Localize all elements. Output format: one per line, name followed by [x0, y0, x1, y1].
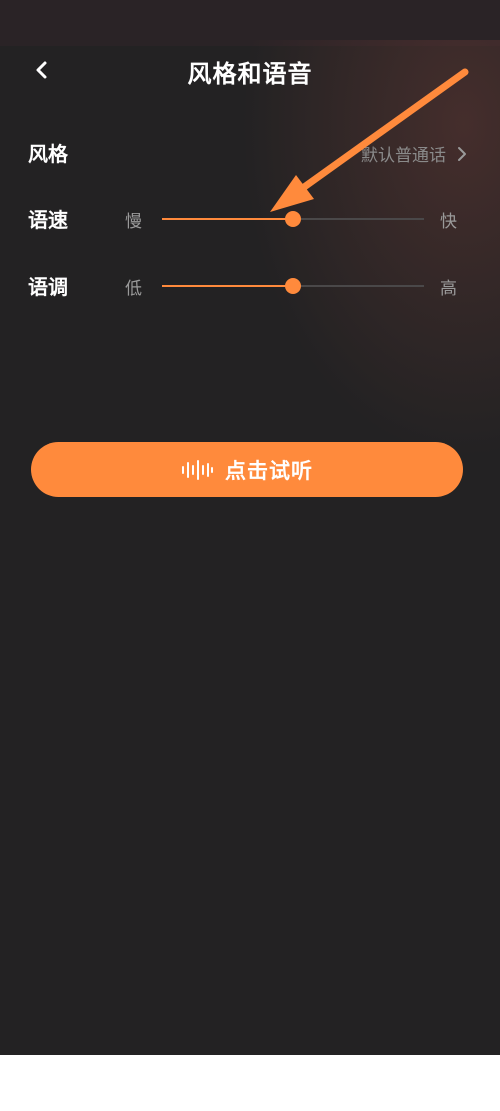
pitch-slider-fill	[162, 285, 293, 287]
page-title: 风格和语音	[187, 60, 313, 88]
screen: 风格和语音 风格 默认普通话 语速 慢 快 语调 低 高 点击试听	[0, 0, 500, 1055]
style-selector[interactable]: 默认普通话	[361, 141, 468, 166]
speed-min-label: 慢	[125, 212, 142, 232]
waveform-icon	[182, 459, 213, 480]
speed-row: 语速 慢 快	[0, 194, 500, 244]
speed-label: 语速	[28, 208, 68, 232]
style-value: 默认普通话	[361, 146, 446, 166]
pitch-slider-thumb[interactable]	[285, 278, 301, 294]
pitch-max-label: 高	[440, 279, 457, 299]
play-preview-label: 点击试听	[225, 458, 313, 483]
speed-slider[interactable]	[162, 207, 424, 231]
background-glow	[240, 40, 500, 460]
pitch-min-label: 低	[125, 279, 142, 299]
style-row[interactable]: 风格 默认普通话	[0, 128, 500, 178]
header: 风格和语音	[0, 46, 500, 94]
pitch-label: 语调	[28, 275, 68, 299]
speed-slider-fill	[162, 218, 293, 220]
speed-max-label: 快	[440, 212, 457, 232]
play-preview-button[interactable]: 点击试听	[31, 442, 463, 497]
speed-slider-thumb[interactable]	[285, 211, 301, 227]
style-label: 风格	[28, 142, 68, 166]
pitch-row: 语调 低 高	[0, 261, 500, 311]
pitch-slider[interactable]	[162, 274, 424, 298]
chevron-right-icon	[458, 146, 466, 161]
